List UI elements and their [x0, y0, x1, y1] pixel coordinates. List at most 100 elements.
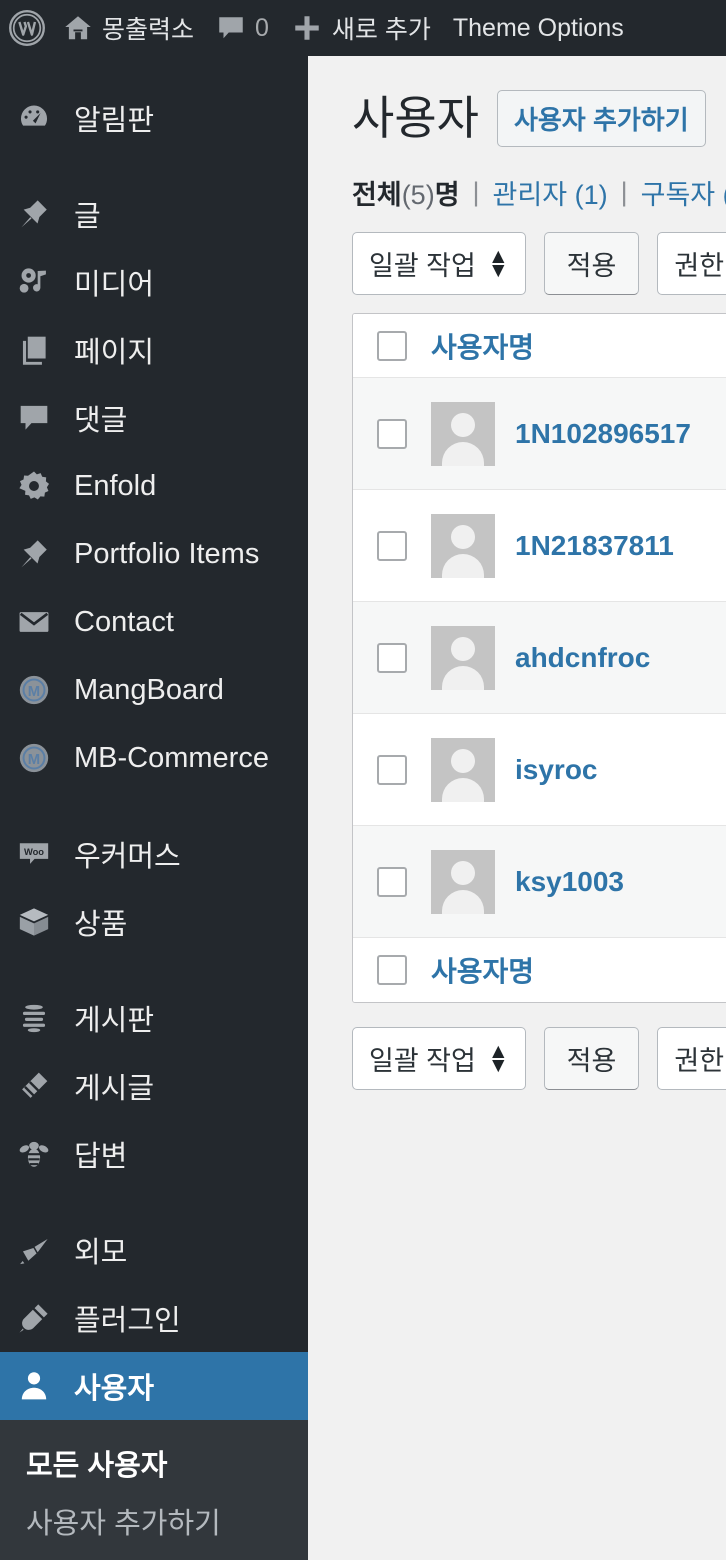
sidebar-item-media[interactable]: 미디어 [0, 248, 308, 316]
row-checkbox[interactable] [377, 418, 407, 449]
username-link[interactable]: 1N21837811 [515, 530, 674, 562]
role-change-select-bottom[interactable]: 권한 변경 ▲▼ [657, 1027, 726, 1090]
sidebar-item-label: Enfold [74, 469, 157, 502]
row-username-cell: 1N21837811 [431, 513, 674, 578]
chevron-updown-icon: ▲ ▼ [487, 245, 509, 282]
username-link[interactable]: isyroc [515, 754, 598, 786]
bulk-action-select-bottom[interactable]: 일괄 작업 ▲ ▼ [352, 1027, 526, 1090]
column-header-username[interactable]: 사용자명 [431, 326, 534, 366]
sidebar-item-label: 알림판 [74, 105, 155, 137]
users-submenu: 모든 사용자 사용자 추가하기 [0, 1420, 308, 1560]
sidebar-item-replies[interactable]: 답변 [0, 1120, 308, 1188]
sidebar-item-label: 게시글 [74, 1073, 155, 1105]
add-user-button[interactable]: 사용자 추가하기 [496, 90, 706, 147]
sidebar-item-label: 우커머스 [74, 841, 181, 873]
table-row[interactable]: ahdcnfroc [353, 602, 726, 714]
filter-subscriber[interactable]: 구독자 (4 [641, 173, 726, 212]
bulk-action-select-top[interactable]: 일괄 작업 ▲ ▼ [352, 232, 526, 295]
submenu-item-add-user[interactable]: 사용자 추가하기 [0, 1492, 308, 1550]
sidebar-item-plugins[interactable]: 플러그인 [0, 1284, 308, 1352]
select-all-checkbox-top[interactable] [377, 330, 407, 361]
sidebar-item-board[interactable]: 게시판 [0, 984, 308, 1052]
select-all-checkbox-bottom[interactable] [377, 955, 407, 985]
admin-sidebar-menu: 알림판 글 미디어 페이지 댓글 Enfold Portfolio Items … [0, 56, 326, 1560]
sidebar-item-label: MangBoard [74, 673, 224, 706]
new-content-button[interactable]: 새로 추가 [280, 0, 442, 56]
site-name-button[interactable]: 몽출력소 [52, 0, 205, 56]
sidebar-item-products[interactable]: 상품 [0, 888, 308, 956]
sidebar-item-posts[interactable]: 글 [0, 180, 308, 248]
username-link[interactable]: ahdcnfroc [515, 642, 650, 674]
sidebar-item-users[interactable]: 사용자 [0, 1352, 326, 1420]
column-footer-username-label: 사용자명 [431, 956, 535, 987]
sidebar-item-appearance[interactable]: 외모 [0, 1216, 308, 1284]
pin-icon [12, 532, 56, 576]
row-checkbox[interactable] [377, 866, 407, 897]
sidebar-item-dashboard[interactable]: 알림판 [0, 84, 308, 152]
submenu-item-all-users[interactable]: 모든 사용자 [0, 1434, 308, 1492]
column-footer-username[interactable]: 사용자명 [431, 950, 534, 990]
avatar [431, 737, 495, 802]
apply-button-bottom[interactable]: 적용 [543, 1027, 640, 1090]
filter-all[interactable]: 전체(5)명 [352, 173, 460, 212]
filter-administrator[interactable]: 관리자 (1) [493, 173, 608, 212]
wordpress-logo-button[interactable] [0, 0, 52, 56]
sidebar-item-comments[interactable]: 댓글 [0, 384, 308, 452]
table-row[interactable]: 1N21837811 [353, 490, 726, 602]
svg-text:Woo: Woo [24, 847, 44, 857]
sidebar-item-label: 게시판 [74, 1005, 155, 1037]
sidebar-item-mangboard[interactable]: M MangBoard [0, 656, 308, 724]
comment-count: 0 [255, 13, 269, 42]
sidebar-item-label: 외모 [74, 1237, 128, 1269]
home-icon [63, 13, 93, 43]
user-icon [12, 1364, 56, 1408]
comment-bubble-icon [216, 13, 246, 43]
row-checkbox[interactable] [377, 754, 407, 785]
sidebar-item-label: 사용자 [74, 1373, 155, 1405]
username-link[interactable]: 1N102896517 [515, 418, 691, 450]
filter-subscriber-label: 구독자 [640, 180, 716, 210]
table-footer-row: 사용자명 [353, 938, 726, 1002]
row-select-cell [353, 866, 431, 897]
sidebar-item-portfolio-items[interactable]: Portfolio Items [0, 520, 308, 588]
row-select-cell [353, 754, 431, 785]
chevron-updown-icon: ▲ ▼ [487, 1040, 509, 1077]
table-row[interactable]: ksy1003 [353, 826, 726, 938]
apply-button-top[interactable]: 적용 [543, 232, 640, 295]
comments-button[interactable]: 0 [205, 0, 280, 56]
bulk-action-label: 일괄 작업 [369, 1046, 476, 1076]
posts-icon [12, 1064, 56, 1108]
users-table: 사용자명 1N102896517 1N21837811 ahdcnfroc is… [352, 313, 726, 1003]
role-change-select-top[interactable]: 권한 변경 ▲▼ [657, 232, 726, 295]
filter-all-label: 전체 [352, 180, 402, 210]
new-content-label: 새로 추가 [331, 16, 431, 44]
role-change-label: 권한 변경 [674, 251, 726, 281]
sidebar-item-board-posts[interactable]: 게시글 [0, 1052, 308, 1120]
menu-separator [0, 792, 308, 820]
role-change-label: 권한 변경 [674, 1046, 726, 1076]
sidebar-item-mb-commerce[interactable]: M MB-Commerce [0, 724, 308, 792]
sidebar-item-pages[interactable]: 페이지 [0, 316, 308, 384]
username-link[interactable]: ksy1003 [515, 866, 624, 898]
woocommerce-icon: Woo [12, 832, 56, 876]
sidebar-item-contact[interactable]: Contact [0, 588, 308, 656]
row-username-cell: ahdcnfroc [431, 625, 650, 690]
brush-icon [12, 1228, 56, 1272]
table-row[interactable]: isyroc [353, 714, 726, 826]
sidebar-item-label: 답변 [74, 1141, 128, 1173]
menu-separator [0, 1188, 308, 1216]
sidebar-item-woocommerce[interactable]: Woo 우커머스 [0, 820, 308, 888]
pin-icon [12, 192, 56, 236]
sidebar-item-label: Contact [74, 605, 174, 638]
theme-options-button[interactable]: Theme Options [442, 0, 635, 56]
main-content: 사용자 사용자 추가하기 전체(5)명 | 관리자 (1) | 구독자 (4 일… [308, 56, 726, 1480]
sidebar-item-label: 상품 [74, 909, 128, 941]
table-row[interactable]: 1N102896517 [353, 378, 726, 490]
row-checkbox[interactable] [377, 530, 407, 561]
row-checkbox[interactable] [377, 642, 407, 673]
submenu-item-label: 사용자 추가하기 [26, 1508, 221, 1540]
pages-icon [12, 328, 56, 372]
sidebar-item-enfold[interactable]: Enfold [0, 452, 308, 520]
sidebar-item-label: 페이지 [74, 337, 155, 369]
row-username-cell: 1N102896517 [431, 401, 691, 466]
